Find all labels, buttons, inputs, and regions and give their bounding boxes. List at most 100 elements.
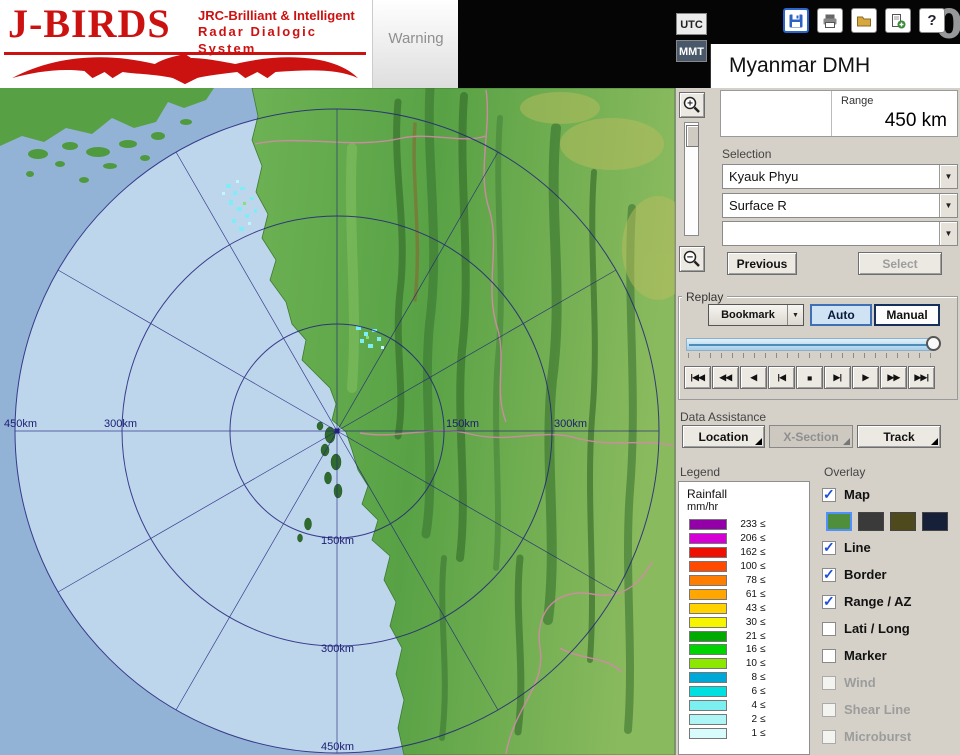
map-style-navy[interactable] <box>922 512 948 531</box>
select-button[interactable]: Select <box>858 252 942 275</box>
manual-mode-button[interactable]: Manual <box>874 304 940 326</box>
rewind-button[interactable]: ◀◀ <box>712 366 739 389</box>
fast-forward-button[interactable]: ▶▶ <box>880 366 907 389</box>
legend-color-swatch <box>689 533 727 544</box>
overlay-item-lati-long[interactable]: Lati / Long <box>822 615 960 642</box>
open-folder-button[interactable] <box>851 8 877 33</box>
legend-lte-sign: ≤ <box>760 575 766 586</box>
overlay-item-range-az[interactable]: Range / AZ <box>822 588 960 615</box>
legend-color-swatch <box>689 728 727 739</box>
overlay-label: Overlay <box>824 465 865 479</box>
legend-value: 61 <box>731 589 757 600</box>
map-style-terrain[interactable] <box>826 512 852 531</box>
export-button[interactable] <box>885 8 911 33</box>
legend-row: 43≤ <box>679 601 809 615</box>
checkbox-marker[interactable] <box>822 649 836 663</box>
save-button[interactable] <box>783 8 809 33</box>
legend-lte-sign: ≤ <box>760 728 766 739</box>
print-button[interactable] <box>817 8 843 33</box>
legend-value: 43 <box>731 603 757 614</box>
legend-row: 1≤ <box>679 726 809 740</box>
checkbox-lati-long[interactable] <box>822 622 836 636</box>
legend-lte-sign: ≤ <box>760 589 766 600</box>
overlay-item-border[interactable]: Border <box>822 561 960 588</box>
legend-row: 233≤ <box>679 518 809 532</box>
legend-color-swatch <box>689 700 727 711</box>
help-button[interactable]: ? <box>919 8 945 33</box>
checkbox-border[interactable] <box>822 568 836 582</box>
stop-button[interactable]: ■ <box>796 366 823 389</box>
legend-value: 2 <box>731 714 757 725</box>
chevron-down-icon[interactable]: ▼ <box>939 165 957 188</box>
legend-color-swatch <box>689 603 727 614</box>
xsection-button[interactable]: X-Section <box>769 425 853 448</box>
warning-panel[interactable]: Warning <box>372 0 460 88</box>
replay-timeline-slider[interactable] <box>686 338 936 351</box>
warning-label: Warning <box>373 30 459 47</box>
site-dropdown[interactable]: Kyauk Phyu ▼ <box>722 164 958 189</box>
selection-label: Selection <box>722 147 771 161</box>
zoom-in-button[interactable]: + <box>679 92 705 118</box>
overlay-item-label: Marker <box>844 648 887 663</box>
legend-color-swatch <box>689 561 727 572</box>
checkbox-line[interactable] <box>822 541 836 555</box>
utc-button[interactable]: UTC <box>676 13 707 35</box>
legend-color-swatch <box>689 547 727 558</box>
timeline-track-line <box>689 344 933 346</box>
range-display: Range 450 km <box>720 90 958 137</box>
ring-label: 150km <box>446 418 479 430</box>
logo-panel: J-BIRDS JRC-Brilliant & Intelligent Rada… <box>0 0 372 88</box>
mmt-button[interactable]: MMT <box>676 40 707 62</box>
legend-color-swatch <box>689 617 727 628</box>
zoom-slider-thumb[interactable] <box>686 125 699 147</box>
play-reverse-button[interactable]: ◀ <box>740 366 767 389</box>
product-dropdown[interactable]: Surface R ▼ <box>722 193 958 218</box>
product-dropdown-value: Surface R <box>723 194 939 217</box>
location-button[interactable]: Location <box>682 425 765 448</box>
legend-color-swatch <box>689 686 727 697</box>
skip-first-button[interactable]: |◀◀ <box>684 366 711 389</box>
legend-value: 8 <box>731 672 757 683</box>
track-button[interactable]: Track <box>857 425 941 448</box>
checkbox-range-az[interactable] <box>822 595 836 609</box>
play-button[interactable]: ▶ <box>852 366 879 389</box>
zoom-slider[interactable] <box>684 122 699 236</box>
zoom-out-button[interactable]: − <box>679 246 705 272</box>
step-forward-button[interactable]: ▶| <box>824 366 851 389</box>
previous-button[interactable]: Previous <box>727 252 797 275</box>
checkbox-map[interactable] <box>822 488 836 502</box>
chevron-down-icon[interactable]: ▼ <box>939 194 957 217</box>
playback-controls: |◀◀ ◀◀ ◀ |◀ ■ ▶| ▶ ▶▶ ▶▶| <box>684 366 935 389</box>
map-style-olive[interactable] <box>890 512 916 531</box>
radar-map[interactable]: 450km 300km 150km 300km 150km 300km 450k… <box>0 88 675 755</box>
overlay-item-line[interactable]: Line <box>822 534 960 561</box>
logo-tagline-line1: JRC-Brilliant & Intelligent <box>198 8 372 24</box>
chevron-down-icon[interactable]: ▼ <box>939 222 957 245</box>
overlay-item-label: Microburst <box>844 729 911 744</box>
legend-lte-sign: ≤ <box>760 714 766 725</box>
overlay-item-map[interactable]: Map <box>822 481 960 508</box>
timeline-thumb[interactable] <box>926 336 941 351</box>
auto-mode-button[interactable]: Auto <box>810 304 872 326</box>
legend-value: 100 <box>731 561 757 572</box>
map-style-selector <box>822 508 960 534</box>
range-label: Range <box>841 95 873 107</box>
legend-row: 21≤ <box>679 629 809 643</box>
map-style-dark[interactable] <box>858 512 884 531</box>
overlay-item-marker[interactable]: Marker <box>822 642 960 669</box>
legend-lte-sign: ≤ <box>760 617 766 628</box>
legend-color-swatch <box>689 714 727 725</box>
chevron-down-icon[interactable]: ▼ <box>787 305 803 325</box>
bookmark-label: Bookmark <box>709 305 787 325</box>
eagle-logo-icon <box>4 46 366 86</box>
station-title: Myanmar DMH <box>729 44 870 88</box>
folder-icon <box>856 13 872 29</box>
bookmark-button[interactable]: Bookmark ▼ <box>708 304 804 326</box>
legend-panel: Rainfall mm/hr 233≤ 206≤ 162≤ 100≤ 78≤ 6… <box>678 481 810 755</box>
legend-unit: mm/hr <box>687 501 809 513</box>
step-back-button[interactable]: |◀ <box>768 366 795 389</box>
legend-color-swatch <box>689 575 727 586</box>
skip-last-button[interactable]: ▶▶| <box>908 366 935 389</box>
option-dropdown[interactable]: ▼ <box>722 221 958 246</box>
site-dropdown-value: Kyauk Phyu <box>723 165 939 188</box>
